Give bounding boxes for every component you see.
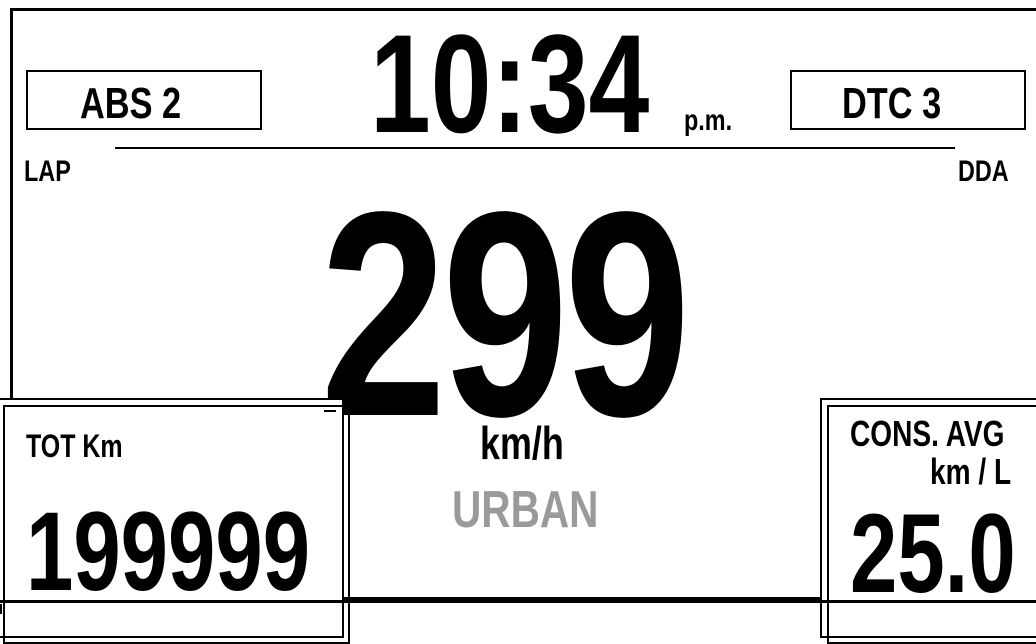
odometer-value: 199999 [26, 489, 311, 614]
panel-tick-mark [324, 410, 336, 412]
clock-meridiem: p.m. [684, 104, 733, 137]
dtc-label: DTC 3 [842, 79, 942, 128]
dda-label: DDA [958, 155, 1009, 188]
bottom-border [0, 600, 1036, 603]
consumption-label: CONS. AVG [850, 413, 1005, 454]
drive-mode: URBAN [452, 481, 599, 539]
consumption-unit: km / L [930, 451, 1012, 492]
corner-mark [0, 604, 10, 614]
dtc-indicator: DTC 3 [790, 70, 1026, 130]
odometer-label: TOT Km [26, 428, 123, 464]
lap-label: LAP [24, 155, 71, 188]
abs-indicator: ABS 2 [26, 70, 262, 130]
consumption-value: 25.0 [850, 491, 1016, 616]
speed-unit: km/h [480, 417, 564, 469]
clock-time: 10:34 [370, 5, 650, 162]
abs-label: ABS 2 [80, 79, 182, 128]
